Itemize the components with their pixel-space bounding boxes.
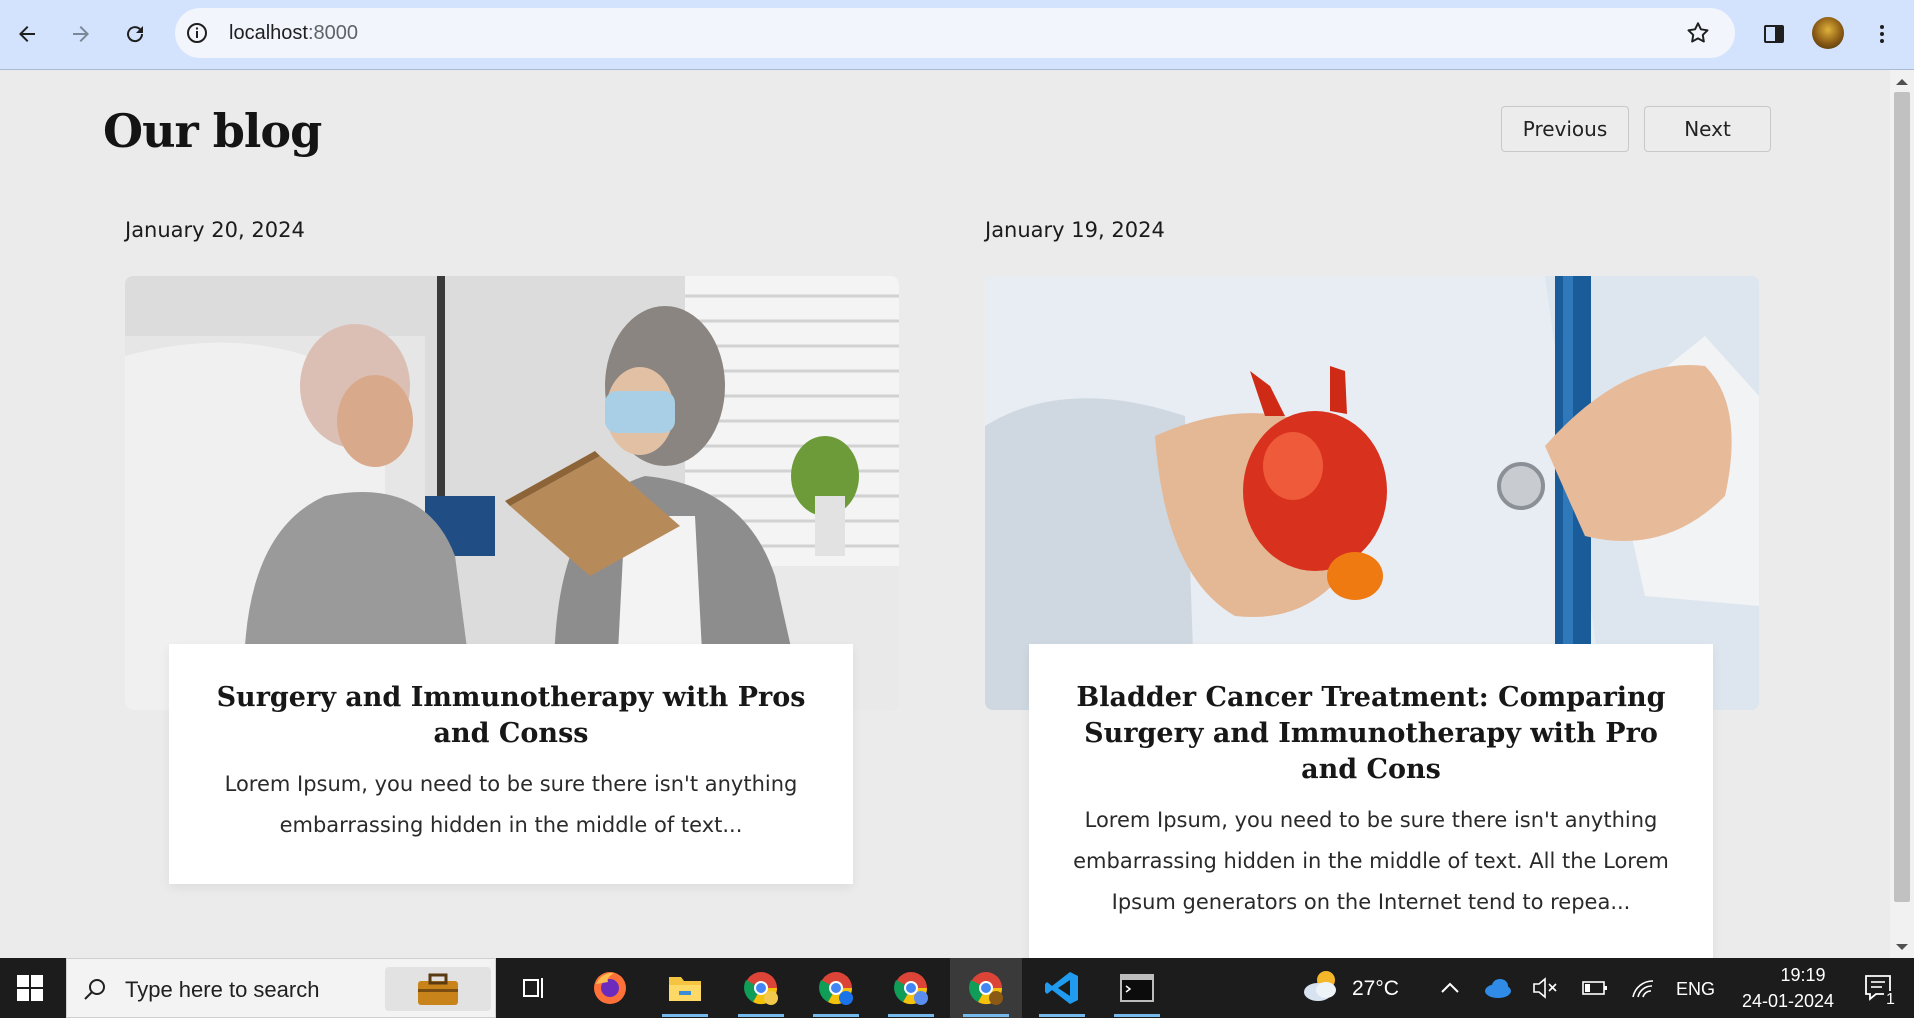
active-indicator — [888, 1014, 934, 1017]
taskbar-firefox[interactable] — [588, 968, 632, 1008]
taskbar-file-explorer[interactable] — [663, 968, 707, 1008]
search-highlight — [385, 967, 491, 1011]
scroll-up-arrow-icon[interactable] — [1895, 77, 1909, 87]
active-indicator — [813, 1014, 859, 1017]
back-arrow-icon — [19, 26, 35, 42]
address-bar[interactable]: localhost:8000 — [175, 8, 1735, 58]
onedrive-cloud-icon[interactable] — [1484, 978, 1512, 998]
volume-muted-icon[interactable] — [1532, 976, 1558, 1000]
chrome-icon — [744, 972, 778, 1005]
briefcase-icon — [418, 973, 458, 1005]
post-card[interactable]: Bladder Cancer Treatment: Comparing Surg… — [1029, 644, 1713, 958]
site-info-icon[interactable] — [185, 21, 209, 45]
active-indicator — [963, 1014, 1009, 1017]
battery-icon[interactable] — [1582, 979, 1608, 997]
clock-date[interactable]: 24-01-2024 — [1728, 991, 1848, 1012]
wifi-icon[interactable] — [1630, 977, 1656, 999]
firefox-icon — [594, 972, 626, 1004]
clock-time[interactable]: 19:19 — [1755, 965, 1851, 986]
post-excerpt: Lorem Ipsum, you need to be sure there i… — [1073, 808, 1669, 914]
notification-center-button[interactable]: 1 — [1848, 958, 1914, 1018]
search-placeholder: Type here to search — [125, 977, 320, 1002]
profile-avatar[interactable] — [1812, 17, 1844, 49]
chrome-icon — [819, 972, 853, 1005]
chrome-icon — [969, 972, 1003, 1005]
active-indicator — [662, 1014, 708, 1017]
search-icon — [84, 979, 105, 1000]
post-title[interactable]: Bladder Cancer Treatment: Comparing Surg… — [1059, 680, 1683, 788]
windows-start-icon[interactable] — [17, 975, 43, 1001]
scroll-down-arrow-icon[interactable] — [1895, 942, 1909, 952]
page-content: Our blog Previous Next January 20, 2024 — [0, 70, 1890, 958]
scrollbar-thumb[interactable] — [1894, 92, 1910, 902]
reload-button[interactable] — [115, 14, 155, 54]
taskbar-chrome-3[interactable] — [889, 968, 933, 1008]
post-date: January 19, 2024 — [985, 218, 1165, 242]
task-view-icon — [523, 978, 543, 998]
more-menu-icon[interactable] — [1870, 22, 1894, 46]
vscode-icon — [1045, 972, 1078, 1004]
notification-count: 1 — [1884, 991, 1897, 1009]
terminal-icon — [1120, 974, 1154, 1002]
side-panel-icon[interactable] — [1762, 22, 1786, 46]
task-view-button[interactable] — [512, 968, 556, 1008]
url-text: localhost:8000 — [229, 22, 358, 45]
url-port: :8000 — [307, 22, 358, 44]
taskbar-chrome-1[interactable] — [739, 968, 783, 1008]
input-language[interactable]: ENG — [1676, 979, 1715, 1000]
page-title: Our blog — [103, 104, 322, 158]
taskbar-vscode[interactable] — [1040, 968, 1084, 1008]
active-indicator — [738, 1014, 784, 1017]
forward-arrow-icon — [73, 26, 89, 42]
previous-button[interactable]: Previous — [1501, 106, 1629, 152]
taskbar-search-box[interactable]: Type here to search — [66, 958, 496, 1018]
next-button[interactable]: Next — [1644, 106, 1771, 152]
weather-temperature[interactable]: 27°C — [1352, 977, 1399, 1001]
windows-taskbar: Type here to search 27°C ENG 19:19 24-01… — [0, 958, 1914, 1018]
weather-partly-cloudy-icon[interactable] — [1302, 968, 1342, 1004]
active-indicator — [1114, 1014, 1160, 1017]
post-title[interactable]: Surgery and Immunotherapy with Pros and … — [199, 680, 823, 752]
url-host: localhost — [229, 22, 308, 44]
folder-icon — [669, 977, 701, 1001]
post-excerpt: Lorem Ipsum, you need to be sure there i… — [224, 772, 798, 837]
post-card[interactable]: Surgery and Immunotherapy with Pros and … — [169, 644, 853, 884]
active-indicator — [1039, 1014, 1085, 1017]
forward-button[interactable] — [61, 14, 101, 54]
chrome-icon — [894, 972, 928, 1005]
bookmark-star-icon[interactable] — [1685, 20, 1711, 46]
post-date: January 20, 2024 — [125, 218, 305, 242]
taskbar-chrome-2[interactable] — [814, 968, 858, 1008]
back-button[interactable] — [7, 14, 47, 54]
chevron-up-icon[interactable] — [1440, 982, 1460, 994]
browser-toolbar: localhost:8000 — [0, 0, 1914, 70]
taskbar-terminal[interactable] — [1115, 968, 1159, 1008]
taskbar-chrome-4[interactable] — [964, 968, 1008, 1008]
reload-icon — [127, 26, 144, 43]
